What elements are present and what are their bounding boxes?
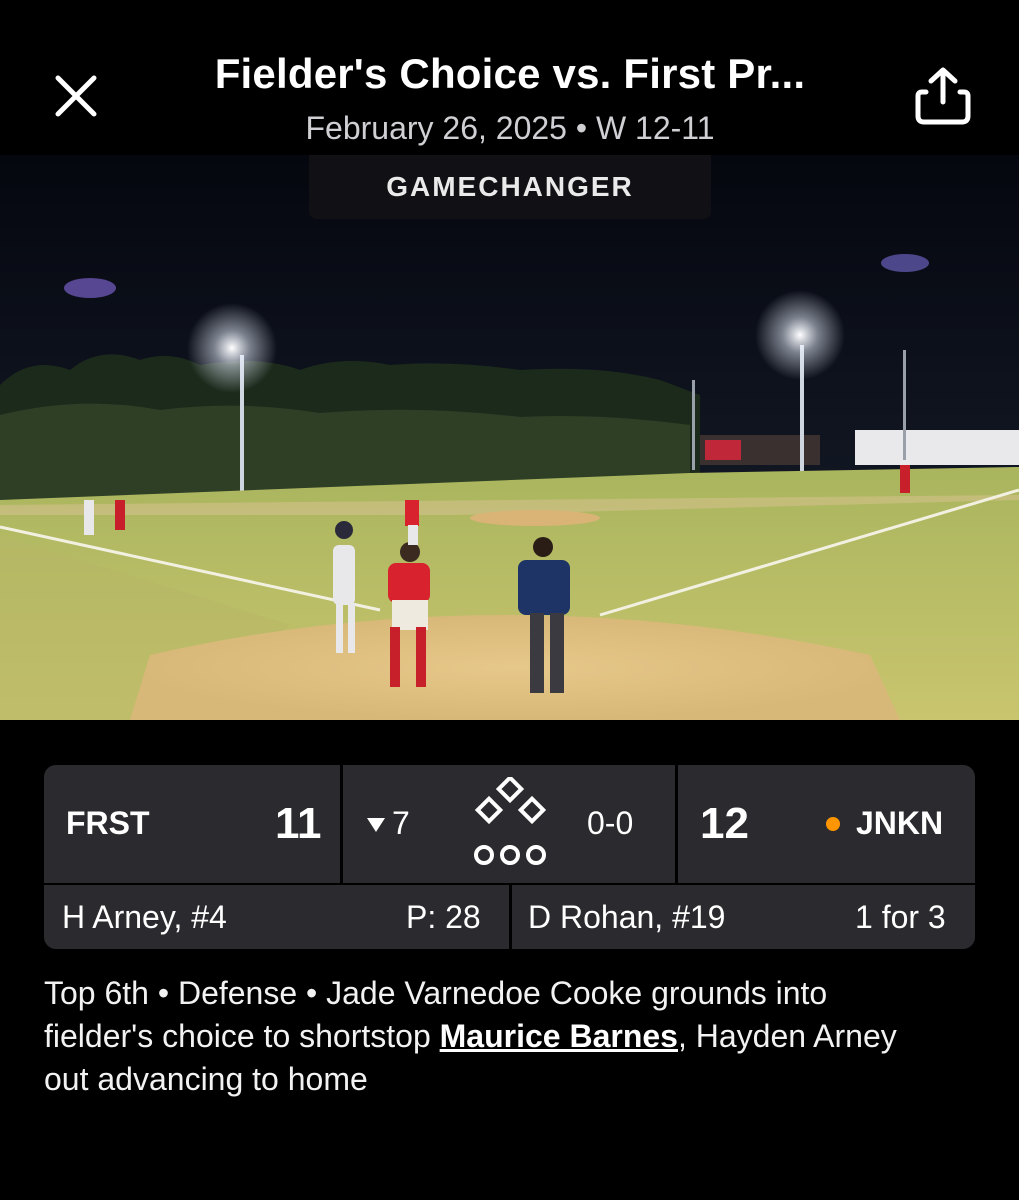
players-divider <box>509 885 512 949</box>
scoreboard-score-row: FRST 11 7 0-0 12 JNKN <box>44 765 975 883</box>
close-button[interactable] <box>52 72 100 120</box>
page-title: Fielder's Choice vs. First Pr... <box>214 50 806 97</box>
close-icon <box>55 75 97 117</box>
batter-name: D Rohan, #19 <box>528 899 726 935</box>
bases-diamond-icon <box>474 777 547 865</box>
ball-strike-count: 0-0 <box>587 805 634 841</box>
pitch-count: P: 28 <box>406 899 481 935</box>
home-team-score: 12 <box>700 799 749 848</box>
gamechanger-logo: GAMECHANGER <box>309 155 711 219</box>
baseball-field-video-frame <box>0 155 1019 720</box>
player-link-maurice-barnes[interactable]: Maurice Barnes <box>440 1018 678 1054</box>
inning-number: 7 <box>392 805 410 841</box>
home-team-abbr: JNKN <box>856 805 944 841</box>
share-icon <box>915 67 971 125</box>
score-divider <box>675 765 678 883</box>
game-date-result: February 26, 2025 • W 12-11 <box>305 110 715 146</box>
pitcher-name: H Arney, #4 <box>62 899 227 935</box>
batter-stats: 1 for 3 <box>855 899 946 935</box>
scoreboard: FRST 11 7 0-0 12 JNKN H Arney, #4 P: 28 … <box>44 765 975 949</box>
outs-indicator-icon <box>474 845 546 865</box>
triangle-down-icon <box>367 818 385 832</box>
score-divider <box>340 765 343 883</box>
batting-team-indicator <box>826 817 840 831</box>
away-team-score: 11 <box>275 799 322 848</box>
video-player[interactable] <box>0 155 1019 720</box>
play-description: Top 6th • Defense • Jade Varnedoe Cooke … <box>44 972 944 1101</box>
away-team-abbr: FRST <box>66 805 150 841</box>
top-bar: Fielder's Choice vs. First Pr... Februar… <box>0 0 1019 155</box>
share-button[interactable] <box>912 66 974 126</box>
